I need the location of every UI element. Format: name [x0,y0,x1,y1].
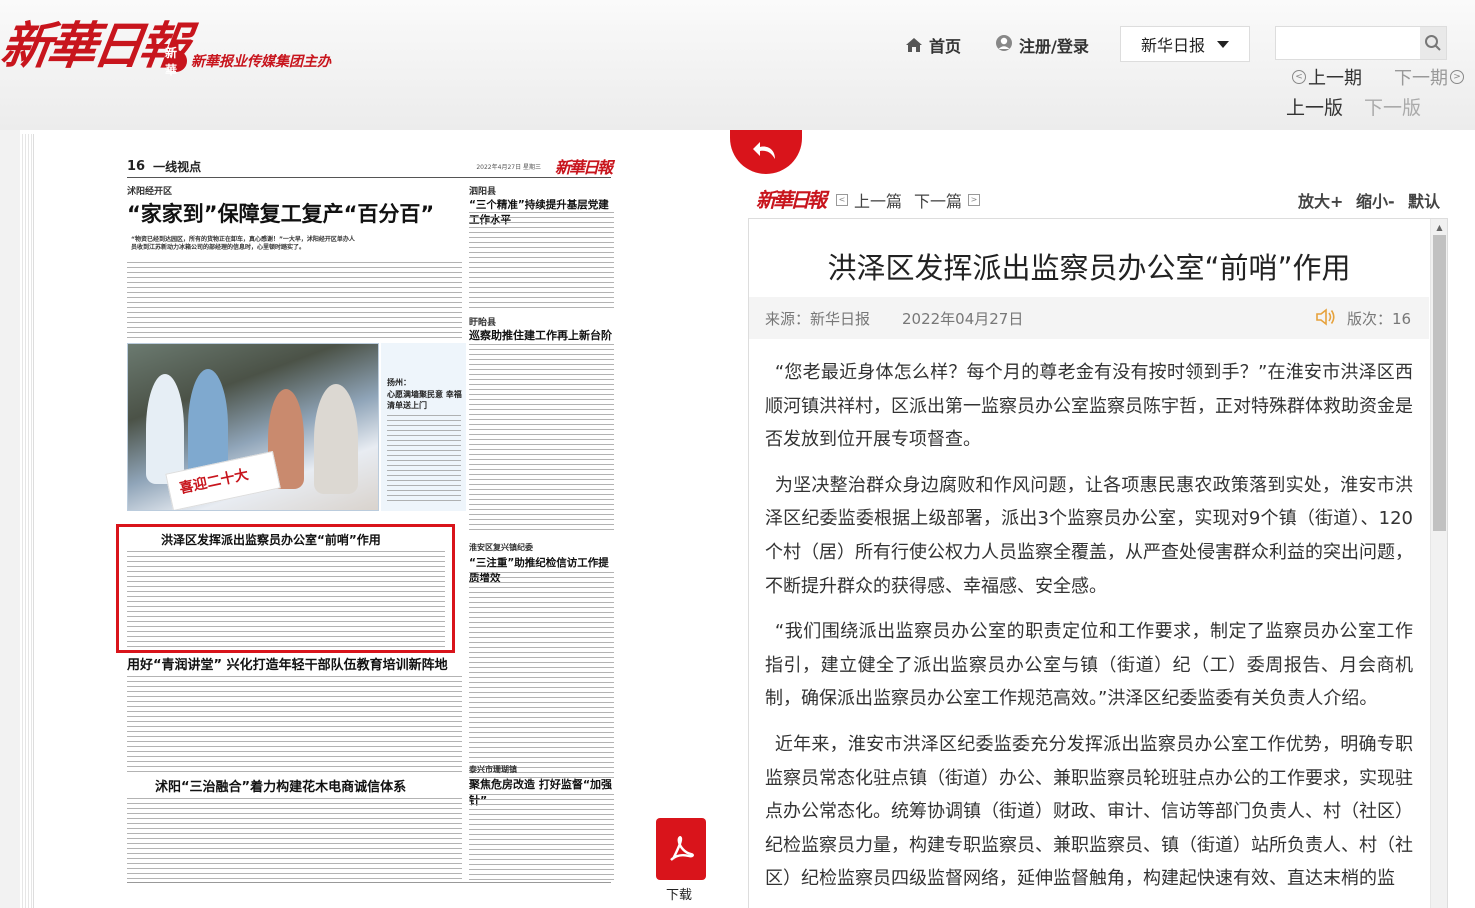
newspaper-select[interactable]: 新华日报 [1120,26,1250,62]
np-footer [127,882,611,886]
np-body-text [469,212,614,312]
prev-article-label: 上一篇 [854,192,903,211]
np-headline-article[interactable]: 沭阳“三治融合”着力构建花木电商诚信体系 [155,776,406,795]
np-logo: 新華日報 [554,158,613,177]
selected-article-highlight[interactable]: 洪泽区发挥派出监察员办公室“前哨”作用 [116,524,455,653]
nav-home-label: 首页 [929,37,962,56]
prev-issue-label: 上一期 [1308,68,1362,89]
next-article-link[interactable]: 下一篇 > [914,188,981,212]
chevron-down-icon [1217,40,1229,48]
arrow-left-circle-icon: < [1292,70,1306,84]
publisher-emblem-icon: 新華 [165,46,187,77]
np-body-text [127,551,445,647]
article-paragraph: “您老最近身体怎么样？每个月的尊老金有没有按时领到手？”在淮安市洪泽区西顺河镇洪… [765,362,1413,451]
article-panel: 新華日報 < 上一篇 下一篇 > 放大+ 缩小- 默认 洪泽区发挥派出监察员办公… [730,130,1460,908]
article-date: 2022年04月27日 [902,310,1024,328]
np-photo[interactable]: 喜迎二十大 [127,343,379,511]
article-logo: 新華日報 [756,188,827,212]
np-page-number: 16 [127,159,146,174]
next-article-label: 下一篇 [914,192,963,211]
search-icon [1425,35,1441,51]
article-scrollbar[interactable]: ▲ [1430,219,1447,908]
nav-login-label: 注册/登录 [1019,37,1089,56]
scroll-up-icon[interactable]: ▲ [1431,219,1447,235]
publisher-logo: 新華 新華报业传媒集团主办 [165,46,331,77]
page-stack-edge [20,134,34,908]
article-paragraph: 近年来，淮安市洪泽区纪委监委充分发挥派出监察员办公室工作优势，明确专职监察员常态… [765,733,1413,890]
prev-page-link[interactable]: 上一版 [1286,93,1343,120]
back-arrow-icon [753,142,775,159]
arrow-right-circle-icon: > [1450,70,1464,84]
back-button[interactable] [730,130,802,174]
newspaper-viewer: 16 一线视点 2022年4月27日 星期三 新華日報 沭阳经开区 “家家到”保… [34,130,724,908]
speaker-icon[interactable] [1315,307,1337,331]
chevron-right-icon: > [968,194,981,206]
nav-login-link[interactable]: 注册/登录 [995,33,1089,57]
np-kicker: 泰兴市珊瑚镇 [469,765,517,774]
zoom-default-button[interactable]: 默认 [1408,188,1440,212]
article-page-number: 版次：16 [1347,310,1412,328]
article-paragraph: 为坚决整治群众身边腐败和作风问题，让各项惠民惠农政策落到实处，淮安市洪泽区纪委监… [765,474,1413,597]
np-body-text [469,344,614,534]
np-body-text [469,572,614,782]
np-headline-article[interactable]: “家家到”保障复工复产“百分百” [127,198,434,228]
np-kicker: 泗阳县 [469,187,497,197]
np-body-text [127,676,462,776]
newspaper-select-value: 新华日报 [1141,36,1206,55]
next-issue-label: 下一期 [1394,68,1448,89]
newspaper-page[interactable]: 16 一线视点 2022年4月27日 星期三 新華日報 沭阳经开区 “家家到”保… [116,150,619,890]
article-text: “您老最近身体怎么样？每个月的尊老金有没有按时领到手？”在淮安市洪泽区西顺河镇洪… [765,356,1413,908]
nav-home-link[interactable]: 首页 [905,33,961,57]
search-box [1275,26,1447,60]
article-body: 洪泽区发挥派出监察员办公室“前哨”作用 来源：新华日报 2022年04月27日 … [748,218,1448,908]
np-headline-article[interactable]: 巡察助推住建工作再上新台阶 [469,327,612,343]
pdf-download-label[interactable]: 下载 [666,884,692,903]
search-button[interactable] [1420,27,1446,59]
np-date: 2022年4月27日 星期三 [476,164,541,171]
np-lead: “物资已经到达园区，所有的货物正在卸车，真心感谢！”一大早，沭阳经开区单办人员收… [131,236,355,251]
search-input[interactable] [1276,27,1420,59]
article-toolbar: 新華日報 < 上一篇 下一篇 > 放大+ 缩小- 默认 [748,182,1448,214]
pdf-icon [670,836,694,861]
home-icon [905,37,923,53]
prev-issue-link[interactable]: < 上一期 [1292,64,1362,90]
np-caption-title: 心愿满墙聚民意 幸福清单送上门 [387,390,462,410]
publisher-text: 新華报业传媒集团主办 [191,54,331,70]
main-content: 16 一线视点 2022年4月27日 星期三 新華日報 沭阳经开区 “家家到”保… [20,130,1475,908]
np-body-text [469,794,614,880]
np-photo-caption: 扬州： 心愿满墙聚民意 幸福清单送上门 [381,343,466,511]
article-source: 来源：新华日报 [765,310,871,328]
site-logo[interactable]: 新華日報 [0,6,191,78]
np-body-text [127,798,462,880]
np-headline-article[interactable]: 用好“青润讲堂” 兴化打造年轻干部队伍教育培训新阵地 [127,654,448,673]
np-section-name: 一线视点 [153,160,202,174]
prev-article-link[interactable]: < 上一篇 [836,188,902,212]
user-icon [995,34,1013,56]
next-issue-link[interactable]: 下一期 > [1394,64,1464,90]
pdf-download-button[interactable] [656,818,706,880]
top-header: 新華日報 新華 新華报业传媒集团主办 首页 注册/登录 新华日报 < 上一期 下… [0,0,1475,130]
next-page-link[interactable]: 下一版 [1364,93,1421,120]
zoom-in-button[interactable]: 放大+ [1298,188,1343,212]
np-body-text [127,262,462,338]
article-paragraph: “我们围绕派出监察员办公室的职责定位和工作要求，制定了监察员办公室工作指引，建立… [765,621,1413,710]
article-title: 洪泽区发挥派出监察员办公室“前哨”作用 [827,251,1351,285]
chevron-left-icon: < [836,194,848,206]
np-caption-kicker: 扬州： [387,378,411,387]
zoom-out-button[interactable]: 缩小- [1356,188,1395,212]
np-kicker: 沭阳经开区 [127,187,173,197]
np-kicker: 淮安区复兴镇纪委 [469,543,533,552]
np-headline-boxed: 洪泽区发挥派出监察员办公室“前哨”作用 [161,533,381,547]
scrollbar-thumb[interactable] [1433,235,1446,531]
article-meta-bar: 来源：新华日报 2022年04月27日 版次：16 [749,297,1429,339]
np-header: 16 一线视点 2022年4月27日 星期三 新華日報 [127,156,613,178]
